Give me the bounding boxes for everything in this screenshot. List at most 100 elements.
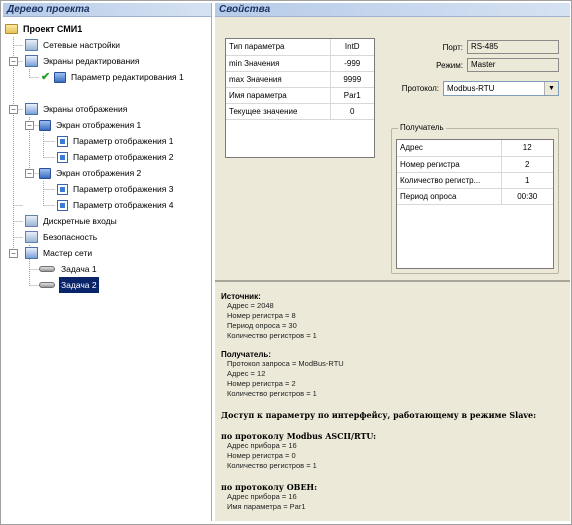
tree-item-label: Экран отображения 2 [56,168,142,178]
table-row[interactable]: Количество регистр... 1 [397,172,553,189]
param-name: Текущее значение [226,103,330,120]
collapse-toggle[interactable]: − [25,169,34,178]
collapse-toggle[interactable]: − [9,249,18,258]
info-line: Адрес прибора = 16 [227,492,297,501]
screens-icon [25,103,38,115]
tree-item-label: Сетевые настройки [43,40,121,50]
tree-item-display-parameter-2[interactable]: Параметр отображения 2 [57,149,176,165]
info-line: Номер регистра = 8 [227,311,296,320]
network-settings-icon [25,39,38,51]
info-summary: Источник: Адрес = 2048 Номер регистра = … [215,284,570,521]
tree-item-edit-screens[interactable]: Экраны редактирования [25,53,142,69]
tree-item-display-screen-2[interactable]: Экран отображения 2 [39,165,143,181]
param-value[interactable]: -999 [329,55,374,72]
table-row[interactable]: Период опроса 00:30 [397,188,553,205]
protocol-row: Протокол: Modbus-RTU ▼ [399,81,559,96]
receiver-name: Адрес [397,140,501,157]
info-line: Адрес прибора = 16 [227,441,297,450]
protocol-select[interactable]: Modbus-RTU ▼ [443,81,559,96]
chevron-down-icon[interactable]: ▼ [544,82,558,95]
mode-row: Режим: Master [411,58,559,72]
access-title: Доступ к параметру по интерфейсу, работа… [221,410,537,420]
info-line: Протокол запроса = ModBus-RTU [227,359,344,368]
task-icon [39,266,55,272]
table-row[interactable]: min Значения -999 [226,55,374,72]
collapse-toggle[interactable]: − [25,121,34,130]
tree-item-label: Проект СМИ1 [23,24,83,34]
security-icon [25,231,38,243]
info-line: Номер регистра = 0 [227,451,296,460]
collapse-toggle[interactable]: − [9,57,18,66]
mode-field: Master [467,58,559,72]
tree-item-label: Параметр отображения 4 [73,200,174,210]
receiver-table: Адрес 12 Номер регистра 2 Количество рег… [396,139,554,269]
param-name: min Значения [226,55,330,72]
parameter-icon [57,135,68,147]
task-icon [39,282,55,288]
table-row[interactable]: Номер регистра 2 [397,156,553,173]
info-line: Адрес = 2048 [227,301,274,310]
tree-item-edit-parameter-1[interactable]: ✔ Параметр редактирования 1 [41,69,186,85]
info-line: Адрес = 12 [227,369,266,378]
tree-item-display-screen-1[interactable]: Экран отображения 1 [39,117,143,133]
screens-icon [25,55,38,67]
tree-item-label: Безопасность [43,232,98,242]
port-row: Порт: RS-485 [411,40,559,54]
tree-item-network-settings[interactable]: Сетевые настройки [25,37,122,53]
tree-item-label: Экраны отображения [43,104,128,114]
tree-item-display-screens[interactable]: Экраны отображения [25,101,129,117]
application-window: Дерево проекта Проект СМИ1 Сетевые настр… [0,0,572,525]
parameter-icon [57,151,68,163]
tree-item-discrete-inputs[interactable]: Дискретные входы [25,213,119,229]
screen-icon [39,119,51,131]
tree-item-security[interactable]: Безопасность [25,229,99,245]
receiver-value[interactable]: 2 [500,156,553,173]
table-row[interactable]: Текущее значение 0 [226,103,374,120]
receiver-value[interactable]: 12 [500,140,553,157]
table-row[interactable]: Имя параметра Par1 [226,87,374,104]
parameter-icon [57,183,68,195]
tree-item-task-1[interactable]: Задача 1 [39,261,99,277]
tree-item-label: Экраны редактирования [43,56,140,66]
parameter-icon [57,199,68,211]
info-line: Имя параметра = Par1 [227,502,306,511]
tree-item-label: Параметр редактирования 1 [71,72,184,82]
tree-item-network-master[interactable]: Мастер сети [25,245,94,261]
param-value[interactable]: Par1 [329,87,374,104]
info-line: Номер регистра = 2 [227,379,296,388]
param-value[interactable]: IntD [329,39,374,56]
modbus-title: по протоколу Modbus ASCII/RTU: [221,431,377,441]
screen-icon [39,167,51,179]
source-title: Источник: [221,292,261,301]
tree-item-label: Задача 1 [61,264,97,274]
tree-item-label: Задача 2 [59,277,99,293]
table-row[interactable]: Тип параметра IntD [226,39,374,56]
tree-item-task-2[interactable]: Задача 2 [39,277,99,293]
receiver-group: Получатель Адрес 12 Номер регистра 2 Кол… [391,123,559,274]
properties-header: Свойства [215,3,570,17]
table-row[interactable]: max Значения 9999 [226,71,374,88]
param-value[interactable]: 9999 [329,71,374,88]
table-row[interactable]: Адрес 12 [397,140,553,157]
info-line: Период опроса = 30 [227,321,297,330]
info-line: Количество регистров = 1 [227,331,317,340]
port-field: RS-485 [467,40,559,54]
project-tree-panel: Дерево проекта Проект СМИ1 Сетевые настр… [3,3,212,521]
tree-item-display-parameter-3[interactable]: Параметр отображения 3 [57,181,176,197]
parameter-table: Тип параметра IntD min Значения -999 max… [225,38,375,158]
param-value[interactable]: 0 [329,103,374,120]
edit-parameter-icon [54,71,66,83]
tree-item-display-parameter-1[interactable]: Параметр отображения 1 [57,133,176,149]
receiver-value[interactable]: 00:30 [500,188,553,205]
collapse-toggle[interactable]: − [9,105,18,114]
param-name: Тип параметра [226,39,330,56]
protocol-label: Протокол: [401,84,439,93]
receiver-value[interactable]: 1 [500,172,553,189]
properties-editor: Тип параметра IntD min Значения -999 max… [215,18,570,282]
tree-item-display-parameter-4[interactable]: Параметр отображения 4 [57,197,176,213]
port-label: Порт: [442,42,463,52]
receiver-group-legend: Получатель [398,123,446,132]
tree-item-project[interactable]: Проект СМИ1 [5,21,84,37]
tree-item-label: Параметр отображения 3 [73,184,174,194]
discrete-inputs-icon [25,215,38,227]
